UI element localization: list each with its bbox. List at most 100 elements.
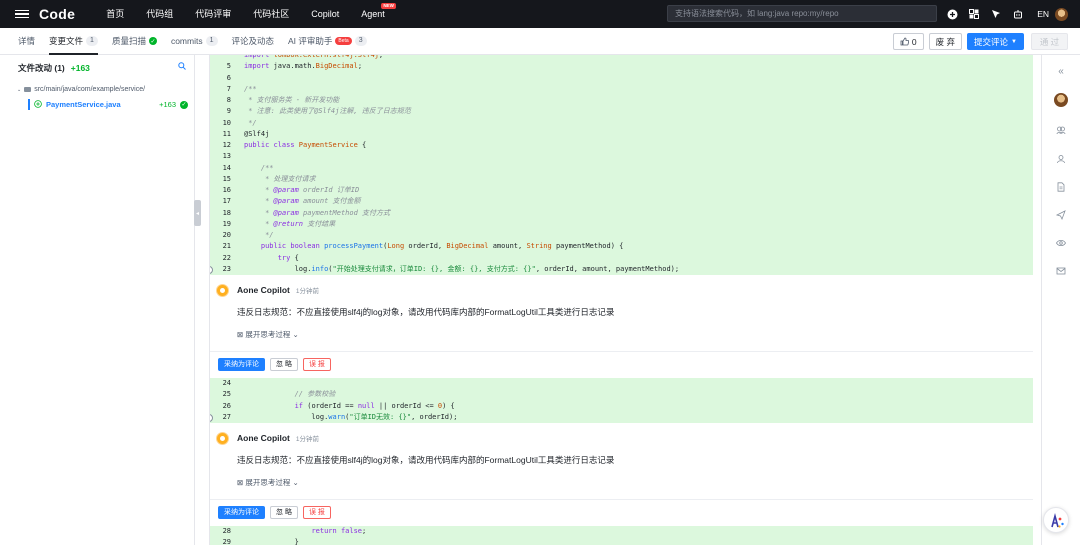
code-line: 16 * @param orderId 订单ID: [210, 185, 1033, 196]
add-icon[interactable]: [941, 3, 963, 25]
document-icon[interactable]: [1054, 182, 1068, 196]
nav-home[interactable]: 首页: [95, 0, 135, 28]
comment-actions: 采纳为评论 忽 略 误 报: [210, 352, 1033, 378]
code-line: 5 import java.math.BigDecimal;: [210, 61, 1033, 72]
added-file-icon: [34, 99, 42, 110]
tab-count: 3: [354, 36, 367, 46]
line-number: 11: [222, 129, 231, 138]
language-switch[interactable]: EN: [1037, 9, 1049, 19]
comment-author: Aone Copilot: [237, 285, 290, 295]
code-line: 11 @Slf4j: [210, 129, 1033, 140]
send-icon[interactable]: [1054, 210, 1068, 224]
code-line: ↕23 log.info("开始处理支付请求，订单ID: {}, 金额: {},…: [210, 264, 1033, 275]
expand-thinking-toggle[interactable]: ⊠ 展开思考过程 ⌄: [237, 329, 1033, 340]
line-number: 9: [226, 107, 231, 116]
file-name: PaymentService.java: [46, 100, 121, 109]
line-number: 29: [222, 538, 231, 545]
tab-count: 1: [86, 36, 98, 46]
like-button[interactable]: 0: [892, 33, 924, 50]
line-number: 21: [222, 242, 231, 251]
abandon-button[interactable]: 废 弃: [928, 33, 963, 50]
code-line: 22 try {: [210, 253, 1033, 264]
line-number: 27: [222, 412, 231, 421]
expand-thinking-label: 展开思考过程: [245, 478, 291, 487]
reviewer-avatar[interactable]: [1054, 93, 1068, 107]
top-nav: 首页 代码组 代码评审 代码社区 Copilot Agent NEW: [95, 0, 396, 28]
cursor-icon[interactable]: [985, 3, 1007, 25]
expand-thinking-toggle[interactable]: ⊠ 展开思考过程 ⌄: [237, 477, 1033, 488]
tab-details[interactable]: 详情: [11, 28, 42, 55]
code-line: 24: [210, 378, 1033, 389]
tab-commits[interactable]: commits 1: [164, 28, 225, 55]
approve-button[interactable]: 通 过: [1031, 33, 1068, 50]
nav-code-community[interactable]: 代码社区: [242, 0, 300, 28]
line-number: 12: [222, 141, 231, 149]
tab-quality-scan[interactable]: 质量扫描 ✓: [105, 28, 164, 55]
code-line: 6: [210, 73, 1033, 84]
user-avatar[interactable]: [1055, 7, 1068, 21]
copilot-avatar: [216, 431, 229, 445]
nav-copilot[interactable]: Copilot: [300, 0, 350, 28]
line-number: 22: [222, 253, 231, 262]
code-line: 17 * @param amount 支付金额: [210, 196, 1033, 207]
bot-icon[interactable]: [1007, 3, 1029, 25]
tree-directory[interactable]: ⌄ src/main/java/com/example/service/: [17, 86, 194, 93]
grid-icon[interactable]: [963, 3, 985, 25]
thinking-icon: ⊠: [237, 478, 244, 487]
chevron-down-icon: ⌄: [17, 86, 22, 93]
line-number: 16: [222, 186, 231, 194]
comment-header: Aone Copilot 1分钟前: [210, 279, 1033, 301]
tree-file-item[interactable]: PaymentService.java +163 ✓: [28, 99, 188, 110]
accept-comment-button[interactable]: 采纳为评论: [218, 506, 265, 519]
thinking-icon: ⊠: [237, 330, 244, 339]
assistant-bot-icon[interactable]: [1043, 507, 1069, 533]
code-block: 28 return false; 29 } 30: [210, 526, 1033, 545]
mail-icon[interactable]: [1054, 266, 1068, 280]
tab-count: 1: [205, 36, 218, 46]
ignore-button[interactable]: 忽 略: [270, 506, 298, 519]
comment-author: Aone Copilot: [237, 433, 290, 443]
nav-code-group[interactable]: 代码组: [135, 0, 184, 28]
search-input[interactable]: 支持语法搜索代码，如 lang:java repo:my/repo: [667, 5, 937, 22]
expand-icon[interactable]: «: [1054, 65, 1068, 79]
line-number: 13: [222, 152, 231, 161]
file-changes-added: +163: [70, 63, 90, 73]
menu-icon[interactable]: [15, 9, 29, 19]
ai-comment: Aone Copilot 1分钟前 违反日志规范：不应直接使用slf4j的log…: [210, 279, 1033, 378]
review-actions: 0 废 弃 提交评论 ▼ 通 过: [888, 28, 1080, 55]
code-line: 15 * 处理支付请求: [210, 174, 1033, 185]
collapse-panel-button[interactable]: ◂: [194, 200, 201, 226]
nav-agent[interactable]: Agent NEW: [350, 0, 396, 28]
tab-changed-files[interactable]: 变更文件 1: [42, 28, 105, 55]
code-block: 24 25 // 参数校验 26 if (orderId == null || …: [210, 378, 1033, 423]
line-number: 8: [226, 96, 231, 104]
code-line: 12 public class PaymentService {: [210, 140, 1033, 151]
app-logo[interactable]: Code: [39, 6, 75, 22]
line-number: 6: [226, 73, 231, 82]
comment-actions: 采纳为评论 忽 略 误 报: [210, 500, 1033, 526]
code-review-panel: import lombok.extern.slf4j.Slf4j; 5 impor…: [209, 55, 1033, 545]
eye-icon[interactable]: [1054, 238, 1068, 252]
folder-icon: [24, 87, 32, 92]
chevron-down-icon: ⌄: [292, 330, 299, 339]
tab-comments[interactable]: 评论及动态: [225, 28, 282, 55]
nav-code-review[interactable]: 代码评审: [184, 0, 242, 28]
search-icon[interactable]: [178, 62, 186, 72]
false-positive-button[interactable]: 误 报: [302, 358, 331, 371]
tab-ai-review[interactable]: AI 评审助手 Beta 3: [281, 28, 374, 55]
group-icon[interactable]: [1054, 125, 1068, 139]
line-number: 18: [222, 208, 231, 217]
check-icon: ✓: [180, 100, 188, 109]
accept-comment-button[interactable]: 采纳为评论: [218, 358, 265, 371]
comment-header: Aone Copilot 1分钟前: [210, 427, 1033, 449]
false-positive-button[interactable]: 误 报: [302, 506, 331, 519]
ignore-button[interactable]: 忽 略: [270, 358, 298, 371]
line-number: 10: [222, 118, 231, 127]
code-block: import lombok.extern.slf4j.Slf4j; 5 impor…: [210, 55, 1033, 275]
line-number: 15: [222, 174, 231, 183]
code-line: 14 /**: [210, 163, 1033, 174]
code-line: 28 return false;: [210, 526, 1033, 537]
user-icon[interactable]: [1054, 154, 1068, 168]
submit-review-button[interactable]: 提交评论 ▼: [967, 33, 1024, 50]
top-bar: Code 首页 代码组 代码评审 代码社区 Copilot Agent NEW 支…: [0, 0, 1080, 28]
